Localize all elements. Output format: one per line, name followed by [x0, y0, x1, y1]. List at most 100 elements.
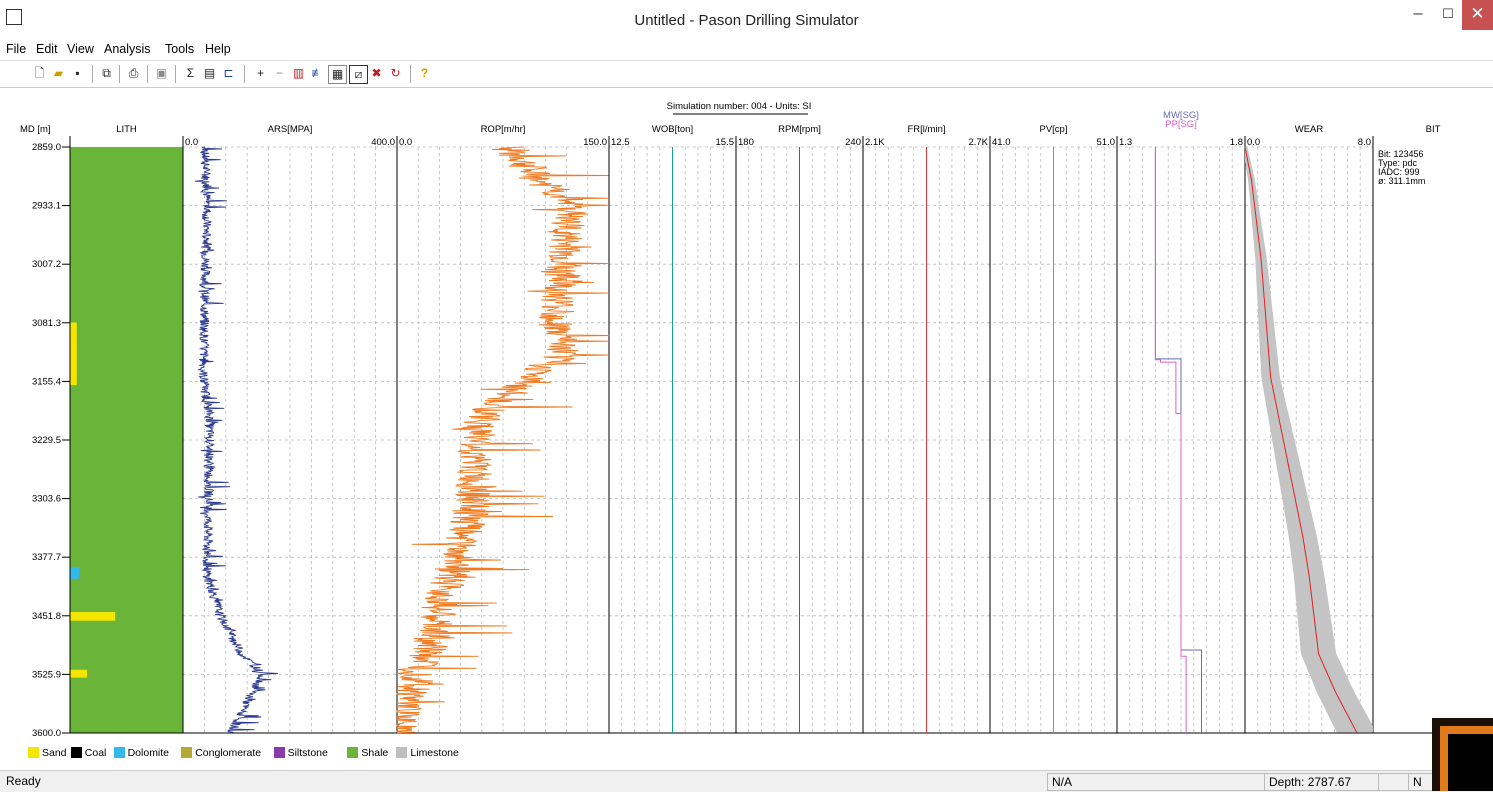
menu-edit[interactable]: Edit: [36, 42, 58, 56]
depth-tick-label: 2933.1: [32, 201, 61, 212]
print-preview-icon[interactable]: ▣: [153, 65, 170, 82]
track-max-label: 240: [845, 137, 861, 148]
track-icon[interactable]: ⊏: [220, 65, 237, 82]
track-max-label: 8.0: [1358, 137, 1371, 148]
open-folder-icon[interactable]: ▰: [50, 65, 67, 82]
depth-tick-label: 3377.7: [32, 552, 61, 563]
status-pane-empty: [1378, 773, 1410, 791]
track-min-label: 1.3: [1119, 137, 1132, 148]
track-min-label: 0.0: [185, 137, 198, 148]
series-ppsg: [1154, 147, 1187, 733]
depth-tick-label: 3229.5: [32, 435, 61, 446]
legend-label: Sand: [42, 747, 67, 759]
depth-tick-label: 3155.4: [32, 376, 61, 387]
track-label: RPM[rpm]: [778, 124, 821, 135]
status-pane-depth: Depth: 2787.67: [1264, 773, 1380, 791]
title-bar: Untitled - Pason Drilling Simulator – ☐ …: [0, 0, 1493, 38]
legend-swatch: [396, 747, 408, 758]
legend-label: Coal: [84, 747, 107, 759]
menu-analysis[interactable]: Analysis: [104, 42, 151, 56]
track-min-label: 180: [738, 137, 754, 148]
legend-item: Coal: [70, 747, 107, 759]
status-bar: Ready N/A Depth: 2787.67 N: [0, 770, 1493, 792]
maximize-button[interactable]: ☐: [1434, 0, 1462, 30]
track-label: BIT: [1426, 124, 1441, 135]
legend-label: Dolomite: [127, 747, 170, 759]
zoom-out-icon[interactable]: −: [271, 65, 288, 82]
track-min-label: 12.5: [611, 137, 630, 148]
lithology-base-fill: [70, 147, 183, 733]
track-max-label: 51.0: [1097, 137, 1116, 148]
split-icon[interactable]: ≢: [309, 65, 326, 82]
status-text: Ready: [6, 774, 41, 788]
series-arsmpa: [194, 146, 279, 734]
track-max-label: 15.5: [716, 137, 735, 148]
track-label: PV[cp]: [1040, 124, 1068, 135]
depth-tick-label: 3303.6: [32, 494, 61, 505]
depth-axis-label: MD [m]: [20, 124, 51, 135]
track-label-pp: PP[SG]: [1165, 119, 1197, 130]
menu-tools[interactable]: Tools: [165, 42, 194, 56]
save-disk-icon[interactable]: ▪: [69, 65, 86, 82]
bar-chart-icon[interactable]: ▥: [290, 65, 307, 82]
sigma-icon[interactable]: Σ: [182, 65, 199, 82]
track-label: WOB[ton]: [652, 124, 693, 135]
track-max-label: 1.8: [1230, 137, 1243, 148]
lithology-interval: [70, 566, 80, 579]
legend-label: Limestone: [410, 747, 459, 759]
crop-icon[interactable]: ⧄: [349, 65, 368, 84]
legend-item: Shale: [347, 747, 388, 759]
legend-label: Siltstone: [287, 747, 328, 759]
corner-thumbnail-image: [1432, 718, 1493, 791]
depth-tick-label: 3600.0: [32, 728, 61, 739]
legend-swatch: [347, 747, 359, 758]
drilling-log-chart[interactable]: Simulation number: 004 - Units: SI MD [m]…: [18, 93, 1493, 741]
statistics-icon[interactable]: ▤: [201, 65, 218, 82]
track-label: ROP[m/hr]: [481, 124, 526, 135]
track-max-label: 150.0: [583, 137, 607, 148]
track-min-label: 2.1K: [865, 137, 885, 148]
legend-swatch: [113, 747, 125, 758]
legend-swatch: [70, 747, 82, 758]
legend-swatch: [181, 747, 193, 758]
menu-bar: File Edit View Analysis Tools Help: [0, 40, 1493, 58]
legend-label: Shale: [361, 747, 389, 759]
close-button[interactable]: ✕: [1462, 0, 1493, 30]
window-title: Untitled - Pason Drilling Simulator: [634, 12, 859, 29]
track-min-label: 41.0: [992, 137, 1011, 148]
refresh-icon[interactable]: ↻: [387, 65, 404, 82]
help-icon[interactable]: ?: [416, 65, 433, 82]
legend-swatch: [28, 747, 39, 758]
track-label: FR[l/min]: [908, 124, 946, 135]
status-pane-na: N/A: [1047, 773, 1265, 791]
track-label: ARS[MPA]: [268, 124, 313, 135]
minimize-button[interactable]: –: [1402, 0, 1434, 30]
new-file-icon[interactable]: 🗋: [31, 65, 48, 82]
depth-tick-label: 2859.0: [32, 142, 61, 153]
zoom-in-icon[interactable]: +: [252, 65, 269, 82]
legend-swatch: [273, 747, 285, 758]
menu-file[interactable]: File: [6, 42, 26, 56]
legend-item: Sand: [28, 747, 67, 759]
toolbar: 🗋 ▰ ▪ ⧉ ⎙ ▣ Σ ▤ ⊏ + − ▥ ≢ ▦ ⧄ ✖ ↻ ?: [0, 60, 1493, 88]
depth-tick-label: 3525.9: [32, 669, 61, 680]
depth-tick-label: 3081.3: [32, 318, 61, 329]
status-pane-n: N: [1408, 773, 1434, 791]
lithology-interval: [70, 669, 87, 678]
grid-icon[interactable]: ▦: [328, 65, 347, 84]
menu-help[interactable]: Help: [205, 42, 231, 56]
depth-tick-label: 3007.2: [32, 259, 61, 270]
legend-item: Limestone: [396, 747, 459, 759]
bit-info-line: ø: 311.1mm: [1378, 176, 1425, 186]
depth-tick-label: 3451.8: [32, 611, 61, 622]
delete-icon[interactable]: ✖: [368, 65, 385, 82]
track-label: LITH: [116, 124, 137, 135]
copy-icon[interactable]: ⧉: [98, 65, 115, 82]
menu-view[interactable]: View: [67, 42, 94, 56]
print-icon[interactable]: ⎙: [125, 65, 142, 82]
chart-header: Simulation number: 004 - Units: SI: [667, 101, 812, 112]
lithology-interval: [70, 322, 77, 386]
track-min-label: 0.0: [1247, 137, 1260, 148]
track-max-label: 400.0: [371, 137, 395, 148]
legend-label: Conglomerate: [195, 747, 262, 759]
